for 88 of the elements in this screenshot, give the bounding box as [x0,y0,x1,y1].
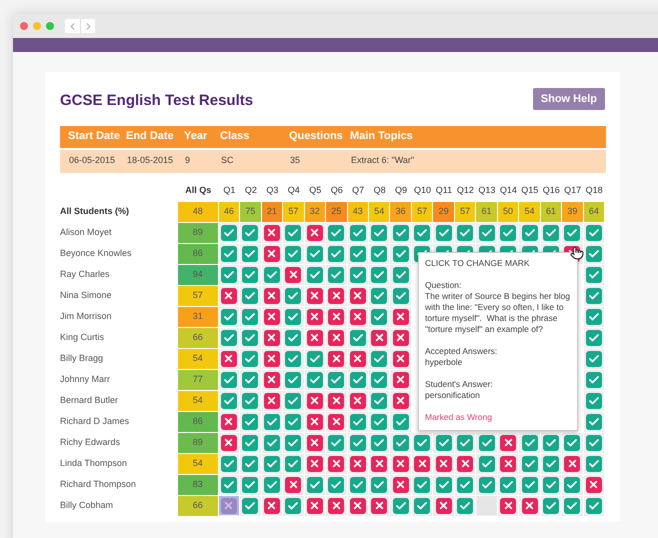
column-header: Q10 [413,184,432,197]
accepted-answer: hyperbole [425,357,464,368]
score-cell: 57 [283,202,304,222]
score-cell: 86 [178,412,218,432]
question-text: The writer of Source B begins her blog with the line: "Every so often, I like to torture myself". What is the phrase "torture myself" an example of? [425,291,571,335]
score-cell: 89 [178,222,218,242]
student-name: Jim Morrison [60,310,113,323]
score-cell: 57 [412,202,432,222]
score-cell: 54 [178,348,218,368]
score-cell: 54 [178,390,218,410]
score-cell: 57 [178,286,218,306]
score-cell: 54 [368,202,390,222]
score-cell: 46 [218,202,240,222]
column-header: Q6 [330,184,344,197]
score-cell: 36 [390,202,411,222]
column-header: Year [184,129,208,144]
score-cell: 66 [178,496,218,516]
column-header: Q7 [351,184,366,197]
student-name: Richard D James [60,414,130,428]
column-header: Q17 [563,184,582,197]
score-cell: 77 [178,370,218,390]
student-name: Ray Charles [60,268,111,281]
column-header: Start Date [68,129,121,144]
column-header: Q13 [477,184,496,197]
score-cell: 94 [178,264,218,284]
student-name: Bernard Butler [60,394,120,407]
column-header: Q8 [372,184,387,197]
score-cell: 61 [476,202,497,222]
column-header: End Date [126,129,175,144]
score-cell: 29 [433,202,454,222]
column-header: Q9 [394,184,408,197]
student-answer-label: Student's Answer: [425,379,494,390]
student-name: Richard Thompson [60,478,137,491]
score-cell: 50 [498,202,518,222]
student-name: King Curtis [60,330,106,344]
column-header: Q16 [542,184,561,197]
score-cell: 66 [178,328,218,348]
page-title: GCSE English Test Results [60,91,254,111]
table-cell-text: SC [221,154,235,168]
score-cell: 54 [178,454,218,474]
score-cell: 48 [178,202,218,222]
column-header: Q15 [520,184,540,197]
student-answer: personification [425,390,481,401]
column-header: Q12 [456,184,475,197]
score-cell: 25 [326,202,347,222]
column-header: Q14 [498,184,518,197]
table-cell-text: 35 [290,154,302,168]
student-name: Linda Thompson [60,456,128,470]
score-cell: 31 [178,306,218,326]
score-cell: 64 [584,202,604,222]
table-cell-text: 18-05-2015 [127,154,174,168]
column-header: Q4 [286,184,301,197]
tooltip-heading: CLICK TO CHANGE MARK [425,258,531,269]
column-header: Class [220,129,250,144]
student-name: Beyonce Knowles [60,246,133,260]
score-cell: 21 [262,202,282,222]
column-header: Q11 [434,184,454,197]
student-name: Richy Edwards [60,436,122,449]
column-header: Questions [289,129,344,144]
score-cell: 75 [240,202,261,222]
score-cell: 86 [178,244,218,264]
student-name: Johnny Marr [60,372,112,386]
column-header: Q1 [222,184,236,197]
table-cell-text: 9 [185,154,192,168]
score-cell: 61 [540,202,562,222]
table-cell-text: Extract 6: "War" [351,154,414,168]
column-header: Q5 [308,184,322,197]
column-header: All Qs [184,184,212,197]
student-name: Alison Moyet [60,226,113,239]
score-cell: 43 [348,202,368,222]
column-header: Main Topics [350,129,413,144]
table-cell-text: 06-05-2015 [69,154,116,168]
student-name: Billy Bragg [60,352,104,365]
score-cell: 89 [178,432,218,452]
accepted-label: Accepted Answers: [425,346,498,357]
column-header: Q2 [244,184,258,197]
question-label: Question: [425,280,462,291]
student-name: Billy Cobham [60,498,114,512]
score-cell: 54 [519,202,540,222]
score-cell: 83 [178,474,218,494]
column-header: Q18 [584,184,604,197]
score-cell: 39 [562,202,583,222]
verdict-text: Marked as Wrong [425,412,493,423]
score-cell: 32 [304,202,326,222]
row-label: All Students (%) [60,204,130,218]
student-name: Nina Simone [60,288,113,302]
score-cell: 57 [454,202,476,222]
column-header: Q3 [265,184,280,197]
